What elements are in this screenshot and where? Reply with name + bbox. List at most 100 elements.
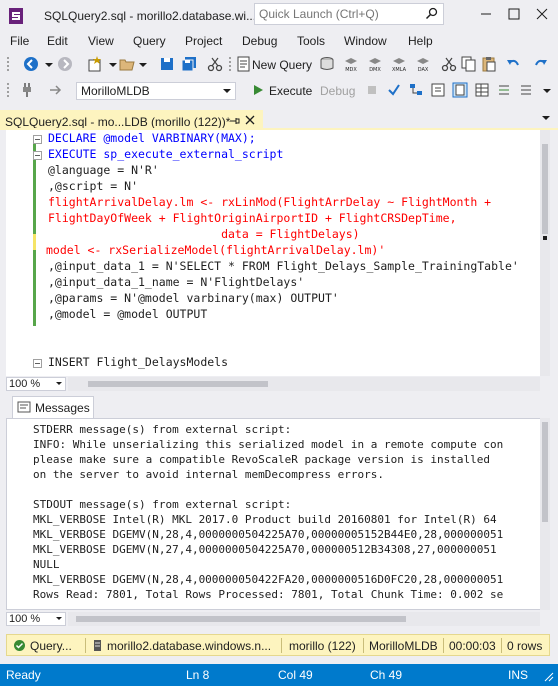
collapse-icon[interactable] [33, 135, 42, 144]
stop-icon[interactable] [364, 82, 380, 98]
code-text: data = FlightDelays) [48, 227, 360, 241]
dropdown-arrow-icon[interactable] [134, 55, 152, 73]
svg-text:DAX: DAX [418, 67, 429, 73]
separator [85, 638, 86, 653]
estimated-plan-icon[interactable] [408, 82, 424, 98]
menu-help[interactable]: Help [408, 34, 433, 48]
paste-icon[interactable] [480, 55, 498, 73]
document-tab-strip: SQLQuery2.sql - mo...LDB (morillo (122))… [0, 104, 558, 130]
elapsed-time: 00:00:03 [449, 639, 496, 653]
results-zoom-dropdown[interactable]: 100 % [6, 612, 66, 626]
save-icon[interactable] [158, 55, 176, 73]
connect-plug-icon[interactable] [18, 81, 36, 99]
change-connection-icon[interactable] [46, 81, 64, 99]
editor-vertical-scrollbar[interactable] [540, 130, 550, 376]
maximize-icon[interactable] [504, 4, 524, 24]
quick-launch-input[interactable] [255, 4, 423, 24]
db-engine-query-icon[interactable] [318, 55, 336, 73]
scrollbar-thumb[interactable] [542, 422, 548, 522]
scrollbar-thumb[interactable] [542, 144, 548, 234]
query-options-icon[interactable] [430, 82, 446, 98]
menu-view[interactable]: View [88, 34, 114, 48]
parse-check-icon[interactable] [386, 82, 402, 98]
new-query-button[interactable]: New Query [252, 58, 312, 72]
debug-button[interactable]: Debug [320, 84, 355, 98]
resize-grip-icon[interactable] [544, 672, 554, 682]
editor-zoom-dropdown[interactable]: 100 % [6, 377, 66, 391]
cut-icon[interactable] [440, 55, 458, 73]
messages-horizontal-scrollbar[interactable] [68, 612, 540, 626]
new-query-icon[interactable] [235, 55, 253, 73]
standard-toolbar: New Query MDX DMX XMLA DAX [0, 52, 558, 76]
messages-vertical-scrollbar[interactable] [540, 418, 550, 610]
tab-label: Messages [35, 401, 90, 415]
separator [443, 638, 444, 653]
undo-icon[interactable] [504, 55, 522, 73]
quick-launch-box[interactable] [254, 3, 444, 25]
mdx-icon[interactable]: MDX [342, 55, 360, 73]
menu-tools[interactable]: Tools [297, 34, 325, 48]
scrollbar-thumb[interactable] [76, 616, 406, 622]
status-bar: Ready Ln 8 Col 49 Ch 49 INS [0, 664, 558, 686]
execute-icon[interactable] [250, 82, 266, 98]
uncomment-icon[interactable] [518, 82, 534, 98]
comment-out-icon[interactable] [496, 82, 512, 98]
save-all-icon[interactable] [180, 55, 198, 73]
menu-window[interactable]: Window [344, 34, 387, 48]
xmla-icon[interactable]: XMLA [390, 55, 408, 73]
message-line: NULL [33, 558, 60, 571]
code-line: ,@model = @model OUTPUT [48, 306, 207, 322]
ssms-logo-icon[interactable] [6, 6, 26, 26]
query-editor[interactable]: DECLARE @model VARBINARY(MAX); EXECUTE s… [6, 130, 550, 376]
editor-horizontal-scrollbar[interactable] [68, 377, 540, 391]
dax-icon[interactable]: DAX [414, 55, 432, 73]
menu-project[interactable]: Project [185, 34, 222, 48]
code-line: INSERT Flight_DelaysModels [48, 354, 228, 370]
status-state: Ready [6, 668, 41, 682]
dmx-icon[interactable]: DMX [366, 55, 384, 73]
available-databases-dropdown[interactable]: MorilloMLDB [76, 82, 236, 100]
char-number: Ch 49 [370, 668, 403, 682]
toolbar-grip[interactable] [6, 56, 10, 72]
messages-icon [17, 401, 31, 413]
messages-pane[interactable]: STDERR message(s) from external script: … [6, 418, 550, 610]
pin-icon[interactable] [228, 115, 240, 127]
tab-messages[interactable]: Messages [12, 396, 94, 418]
database-name: MorilloMLDB [369, 639, 438, 653]
search-icon[interactable] [425, 7, 438, 20]
code-text: EXECUTE sp_execute_external_script [48, 147, 284, 161]
code-text: INSERT Flight_DelaysModels [48, 355, 229, 369]
forward-icon[interactable] [56, 55, 74, 73]
toolbar-overflow-icon[interactable] [540, 82, 554, 98]
line-number: Ln 8 [186, 668, 210, 682]
menu-file[interactable]: File [10, 34, 29, 48]
server-icon [94, 640, 101, 651]
close-tab-icon[interactable] [244, 114, 256, 126]
menu-debug[interactable]: Debug [242, 34, 277, 48]
new-project-icon[interactable] [86, 55, 104, 73]
results-to-text-icon[interactable] [452, 82, 468, 98]
message-line: MKL_VERBOSE DGEMV(N,28,4,0000000504225A7… [33, 528, 504, 541]
back-icon[interactable] [22, 55, 40, 73]
code-text: ,@input_data_1_name = N'FlightDelays' [48, 275, 305, 289]
menu-query[interactable]: Query [133, 34, 166, 48]
redo-icon[interactable] [532, 55, 550, 73]
message-line: MKL_VERBOSE DGEMV(N,28,4,000000050422FA2… [33, 573, 504, 586]
minimize-icon[interactable] [476, 4, 496, 24]
menu-edit[interactable]: Edit [47, 34, 68, 48]
execute-button[interactable]: Execute [269, 84, 312, 98]
close-window-icon[interactable] [532, 4, 552, 24]
code-text: @language = N'R' [48, 163, 159, 177]
collapse-icon[interactable] [33, 359, 42, 368]
results-to-grid-icon[interactable] [474, 82, 490, 98]
toolbar-grip[interactable] [6, 82, 10, 98]
toolbar-grip[interactable] [228, 56, 232, 72]
tab-overflow-icon[interactable] [540, 112, 552, 124]
unsaved-changes-bar [33, 234, 36, 250]
collapse-icon[interactable] [33, 151, 42, 160]
scrollbar-thumb[interactable] [88, 381, 268, 387]
code-text: flightArrivalDelay.lm <- rxLinMod(Flight… [48, 195, 492, 209]
tab-sqlquery2[interactable]: SQLQuery2.sql - mo...LDB (morillo (122))… [0, 110, 263, 130]
copy-icon[interactable] [460, 55, 478, 73]
cut-icon[interactable] [206, 55, 224, 73]
